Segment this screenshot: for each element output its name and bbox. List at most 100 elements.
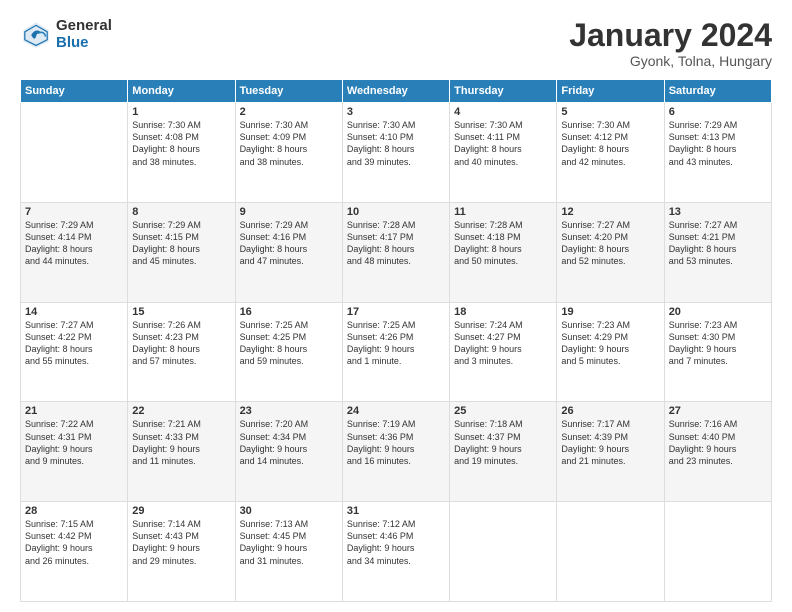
day-number: 20 bbox=[669, 306, 767, 318]
logo-icon bbox=[20, 19, 52, 51]
calendar-cell: 16Sunrise: 7:25 AM Sunset: 4:25 PM Dayli… bbox=[235, 302, 342, 402]
day-info: Sunrise: 7:20 AM Sunset: 4:34 PM Dayligh… bbox=[240, 418, 338, 467]
day-info: Sunrise: 7:29 AM Sunset: 4:16 PM Dayligh… bbox=[240, 219, 338, 268]
day-number: 28 bbox=[25, 505, 123, 517]
day-info: Sunrise: 7:12 AM Sunset: 4:46 PM Dayligh… bbox=[347, 518, 445, 567]
calendar-week-1: 1Sunrise: 7:30 AM Sunset: 4:08 PM Daylig… bbox=[21, 103, 772, 203]
header-thursday: Thursday bbox=[450, 80, 557, 103]
month-title: January 2024 bbox=[569, 18, 772, 53]
day-info: Sunrise: 7:25 AM Sunset: 4:25 PM Dayligh… bbox=[240, 319, 338, 368]
day-info: Sunrise: 7:29 AM Sunset: 4:15 PM Dayligh… bbox=[132, 219, 230, 268]
day-number: 5 bbox=[561, 106, 659, 118]
day-info: Sunrise: 7:27 AM Sunset: 4:20 PM Dayligh… bbox=[561, 219, 659, 268]
calendar-week-4: 21Sunrise: 7:22 AM Sunset: 4:31 PM Dayli… bbox=[21, 402, 772, 502]
day-info: Sunrise: 7:25 AM Sunset: 4:26 PM Dayligh… bbox=[347, 319, 445, 368]
day-info: Sunrise: 7:23 AM Sunset: 4:30 PM Dayligh… bbox=[669, 319, 767, 368]
day-number: 26 bbox=[561, 405, 659, 417]
day-number: 31 bbox=[347, 505, 445, 517]
day-info: Sunrise: 7:29 AM Sunset: 4:14 PM Dayligh… bbox=[25, 219, 123, 268]
calendar-cell: 14Sunrise: 7:27 AM Sunset: 4:22 PM Dayli… bbox=[21, 302, 128, 402]
day-number: 22 bbox=[132, 405, 230, 417]
location: Gyonk, Tolna, Hungary bbox=[569, 53, 772, 69]
calendar-cell: 24Sunrise: 7:19 AM Sunset: 4:36 PM Dayli… bbox=[342, 402, 449, 502]
day-number: 12 bbox=[561, 206, 659, 218]
page-header: General Blue January 2024 Gyonk, Tolna, … bbox=[20, 18, 772, 69]
calendar-cell bbox=[664, 502, 771, 602]
day-number: 29 bbox=[132, 505, 230, 517]
day-info: Sunrise: 7:27 AM Sunset: 4:21 PM Dayligh… bbox=[669, 219, 767, 268]
calendar-week-2: 7Sunrise: 7:29 AM Sunset: 4:14 PM Daylig… bbox=[21, 202, 772, 302]
day-info: Sunrise: 7:21 AM Sunset: 4:33 PM Dayligh… bbox=[132, 418, 230, 467]
day-number: 7 bbox=[25, 206, 123, 218]
calendar-cell: 22Sunrise: 7:21 AM Sunset: 4:33 PM Dayli… bbox=[128, 402, 235, 502]
title-block: January 2024 Gyonk, Tolna, Hungary bbox=[569, 18, 772, 69]
day-number: 19 bbox=[561, 306, 659, 318]
calendar-cell: 29Sunrise: 7:14 AM Sunset: 4:43 PM Dayli… bbox=[128, 502, 235, 602]
header-monday: Monday bbox=[128, 80, 235, 103]
day-info: Sunrise: 7:22 AM Sunset: 4:31 PM Dayligh… bbox=[25, 418, 123, 467]
calendar-cell: 10Sunrise: 7:28 AM Sunset: 4:17 PM Dayli… bbox=[342, 202, 449, 302]
calendar-week-3: 14Sunrise: 7:27 AM Sunset: 4:22 PM Dayli… bbox=[21, 302, 772, 402]
logo: General Blue bbox=[20, 18, 112, 51]
calendar-cell bbox=[557, 502, 664, 602]
day-number: 30 bbox=[240, 505, 338, 517]
calendar-cell: 18Sunrise: 7:24 AM Sunset: 4:27 PM Dayli… bbox=[450, 302, 557, 402]
calendar-cell: 15Sunrise: 7:26 AM Sunset: 4:23 PM Dayli… bbox=[128, 302, 235, 402]
day-number: 10 bbox=[347, 206, 445, 218]
calendar-cell: 7Sunrise: 7:29 AM Sunset: 4:14 PM Daylig… bbox=[21, 202, 128, 302]
logo-text: General Blue bbox=[56, 18, 112, 51]
day-number: 4 bbox=[454, 106, 552, 118]
day-info: Sunrise: 7:28 AM Sunset: 4:18 PM Dayligh… bbox=[454, 219, 552, 268]
day-number: 24 bbox=[347, 405, 445, 417]
day-number: 13 bbox=[669, 206, 767, 218]
calendar-cell: 28Sunrise: 7:15 AM Sunset: 4:42 PM Dayli… bbox=[21, 502, 128, 602]
day-number: 3 bbox=[347, 106, 445, 118]
day-info: Sunrise: 7:29 AM Sunset: 4:13 PM Dayligh… bbox=[669, 119, 767, 168]
calendar-cell bbox=[450, 502, 557, 602]
day-info: Sunrise: 7:30 AM Sunset: 4:11 PM Dayligh… bbox=[454, 119, 552, 168]
calendar-cell: 2Sunrise: 7:30 AM Sunset: 4:09 PM Daylig… bbox=[235, 103, 342, 203]
day-number: 9 bbox=[240, 206, 338, 218]
calendar-cell: 26Sunrise: 7:17 AM Sunset: 4:39 PM Dayli… bbox=[557, 402, 664, 502]
calendar-cell: 1Sunrise: 7:30 AM Sunset: 4:08 PM Daylig… bbox=[128, 103, 235, 203]
header-saturday: Saturday bbox=[664, 80, 771, 103]
day-number: 21 bbox=[25, 405, 123, 417]
calendar-table: Sunday Monday Tuesday Wednesday Thursday… bbox=[20, 79, 772, 602]
day-info: Sunrise: 7:18 AM Sunset: 4:37 PM Dayligh… bbox=[454, 418, 552, 467]
calendar-cell: 27Sunrise: 7:16 AM Sunset: 4:40 PM Dayli… bbox=[664, 402, 771, 502]
day-number: 14 bbox=[25, 306, 123, 318]
calendar-cell: 21Sunrise: 7:22 AM Sunset: 4:31 PM Dayli… bbox=[21, 402, 128, 502]
calendar-cell: 3Sunrise: 7:30 AM Sunset: 4:10 PM Daylig… bbox=[342, 103, 449, 203]
calendar-cell: 30Sunrise: 7:13 AM Sunset: 4:45 PM Dayli… bbox=[235, 502, 342, 602]
header-friday: Friday bbox=[557, 80, 664, 103]
day-info: Sunrise: 7:13 AM Sunset: 4:45 PM Dayligh… bbox=[240, 518, 338, 567]
calendar-cell: 25Sunrise: 7:18 AM Sunset: 4:37 PM Dayli… bbox=[450, 402, 557, 502]
day-number: 11 bbox=[454, 206, 552, 218]
calendar-cell: 31Sunrise: 7:12 AM Sunset: 4:46 PM Dayli… bbox=[342, 502, 449, 602]
calendar-cell: 5Sunrise: 7:30 AM Sunset: 4:12 PM Daylig… bbox=[557, 103, 664, 203]
day-info: Sunrise: 7:17 AM Sunset: 4:39 PM Dayligh… bbox=[561, 418, 659, 467]
calendar-cell: 11Sunrise: 7:28 AM Sunset: 4:18 PM Dayli… bbox=[450, 202, 557, 302]
day-info: Sunrise: 7:15 AM Sunset: 4:42 PM Dayligh… bbox=[25, 518, 123, 567]
day-number: 8 bbox=[132, 206, 230, 218]
day-number: 17 bbox=[347, 306, 445, 318]
calendar-cell: 4Sunrise: 7:30 AM Sunset: 4:11 PM Daylig… bbox=[450, 103, 557, 203]
header-tuesday: Tuesday bbox=[235, 80, 342, 103]
header-wednesday: Wednesday bbox=[342, 80, 449, 103]
day-info: Sunrise: 7:16 AM Sunset: 4:40 PM Dayligh… bbox=[669, 418, 767, 467]
day-info: Sunrise: 7:30 AM Sunset: 4:12 PM Dayligh… bbox=[561, 119, 659, 168]
day-number: 23 bbox=[240, 405, 338, 417]
day-number: 25 bbox=[454, 405, 552, 417]
logo-blue: Blue bbox=[56, 35, 112, 52]
day-number: 6 bbox=[669, 106, 767, 118]
calendar-week-5: 28Sunrise: 7:15 AM Sunset: 4:42 PM Dayli… bbox=[21, 502, 772, 602]
day-number: 18 bbox=[454, 306, 552, 318]
logo-general: General bbox=[56, 18, 112, 35]
day-info: Sunrise: 7:30 AM Sunset: 4:08 PM Dayligh… bbox=[132, 119, 230, 168]
day-info: Sunrise: 7:26 AM Sunset: 4:23 PM Dayligh… bbox=[132, 319, 230, 368]
calendar-cell: 23Sunrise: 7:20 AM Sunset: 4:34 PM Dayli… bbox=[235, 402, 342, 502]
day-number: 2 bbox=[240, 106, 338, 118]
calendar-cell bbox=[21, 103, 128, 203]
day-number: 27 bbox=[669, 405, 767, 417]
calendar-cell: 13Sunrise: 7:27 AM Sunset: 4:21 PM Dayli… bbox=[664, 202, 771, 302]
